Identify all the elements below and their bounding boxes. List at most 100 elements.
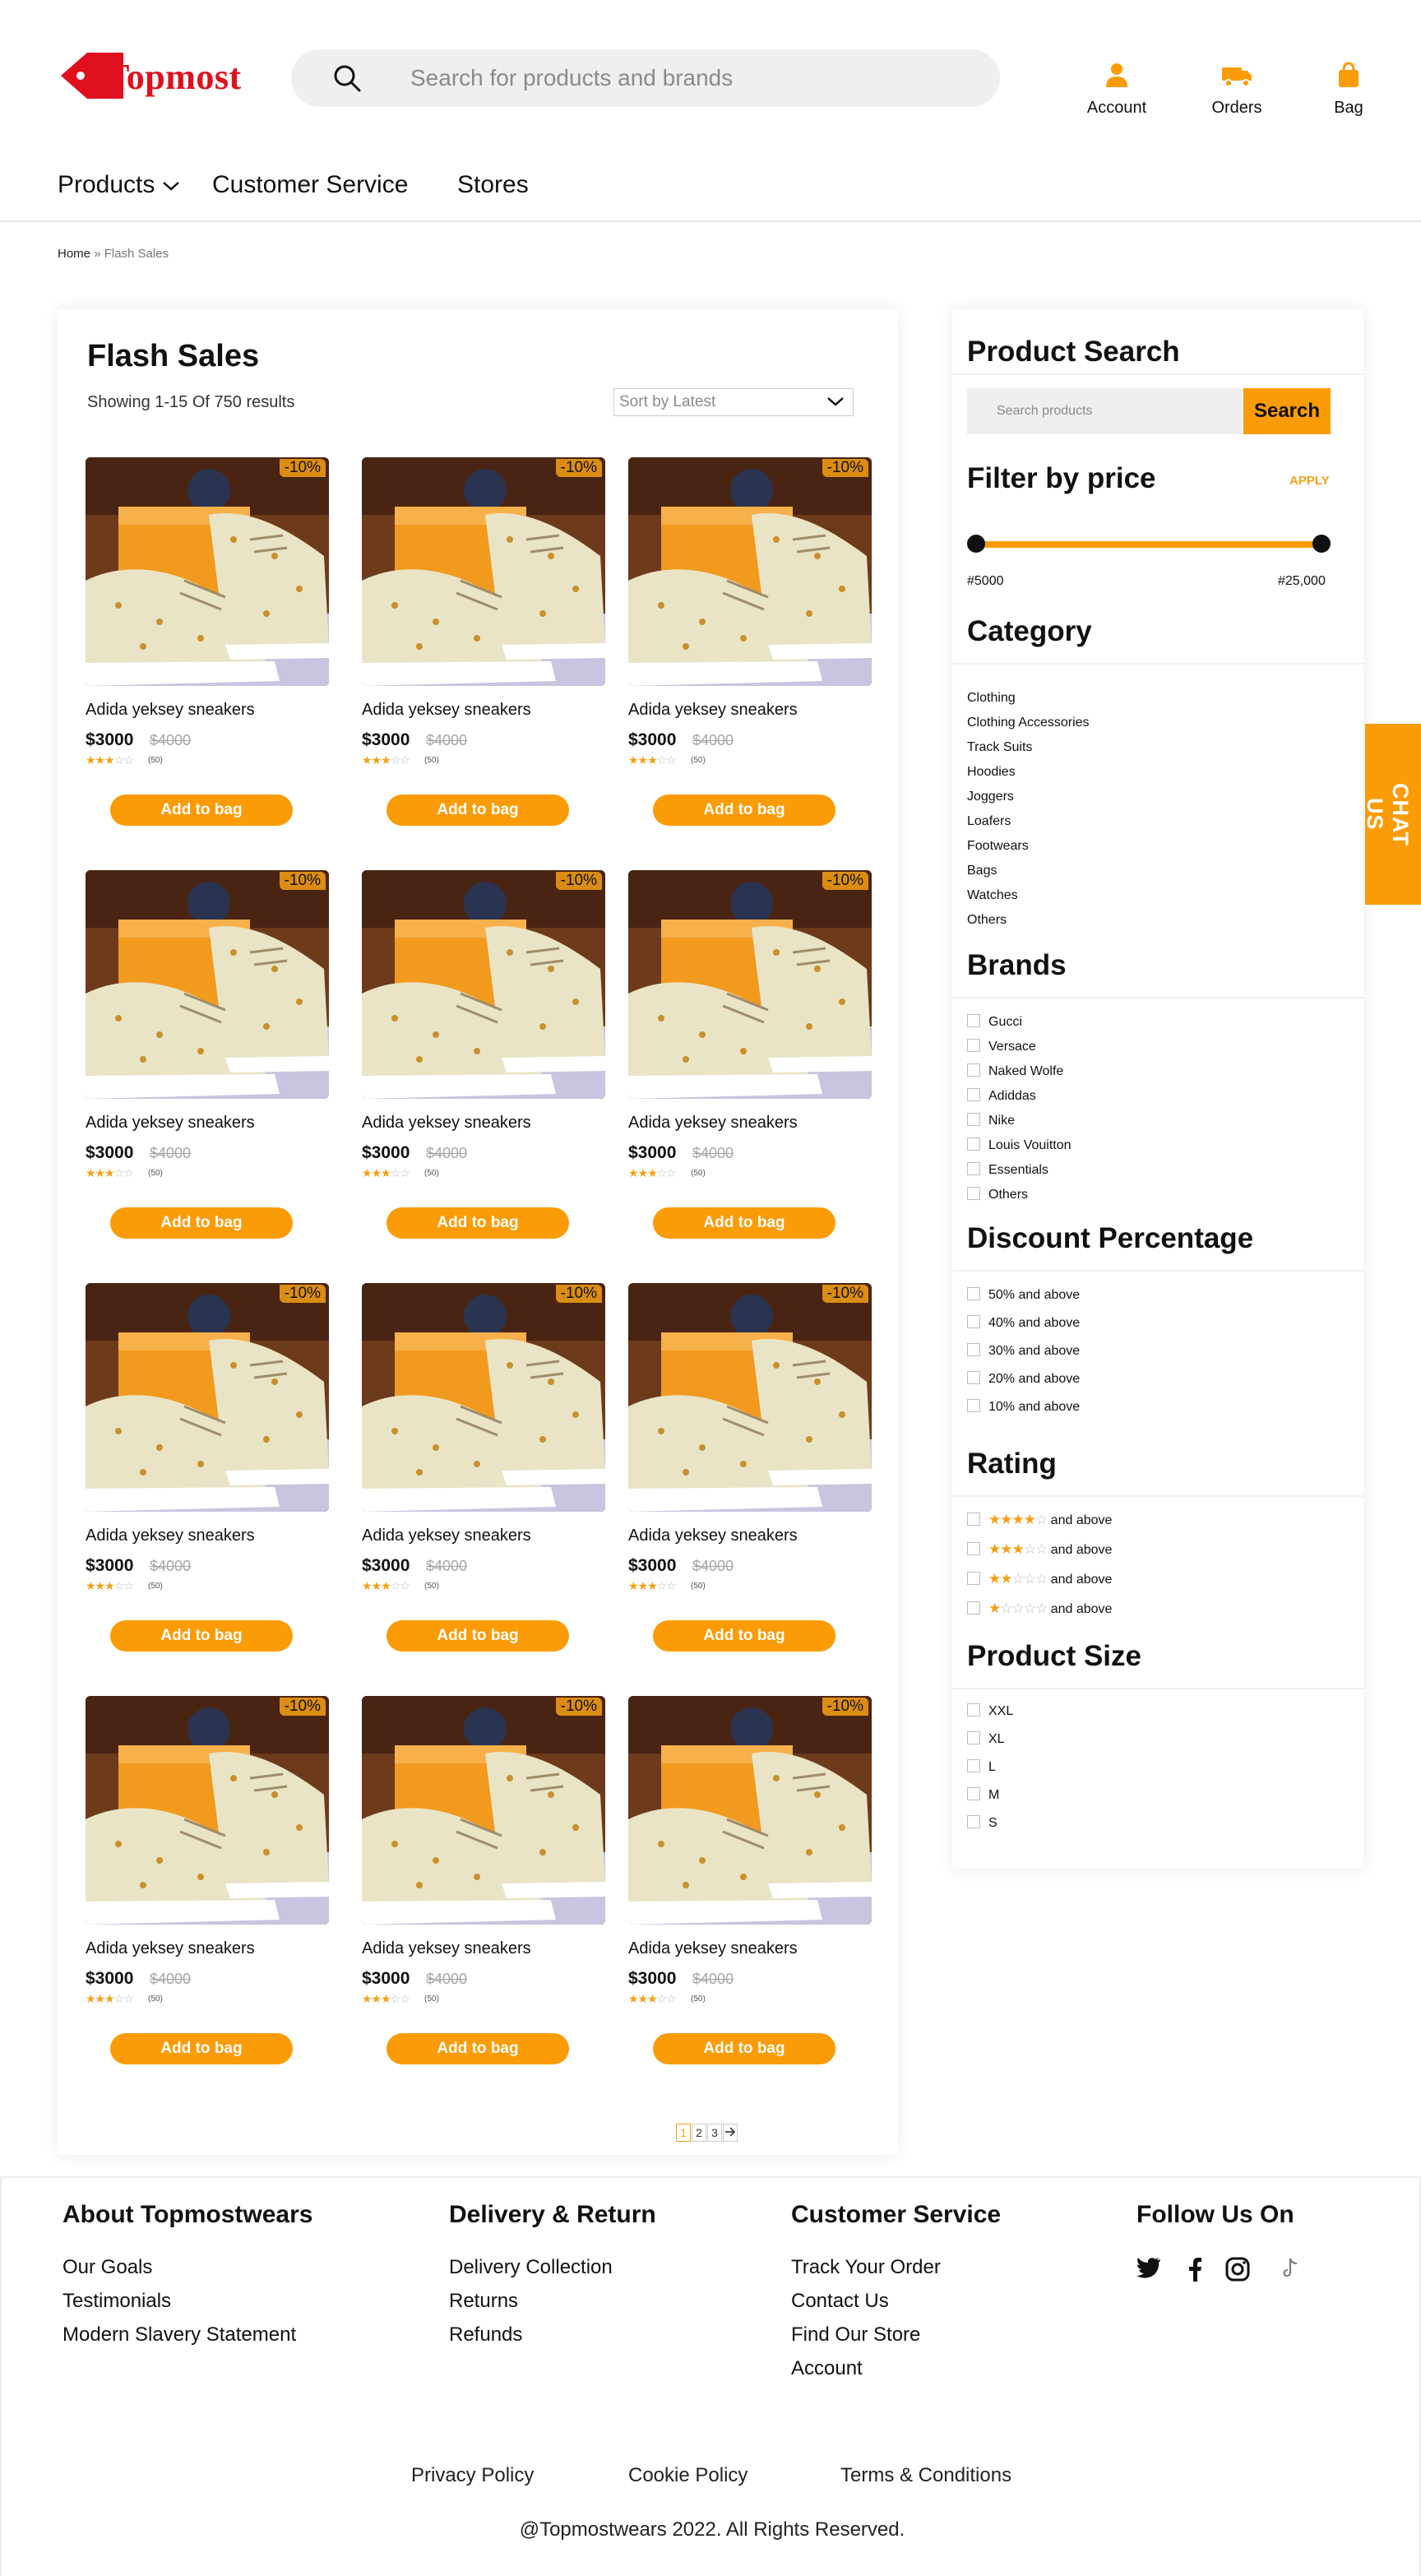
product-name[interactable]: Adida yeksey sneakers <box>86 1114 255 1133</box>
product-card[interactable]: -10% Adida yeksey sneakers $3000 $4000 ★★★☆☆… <box>362 1283 605 1670</box>
category-item[interactable]: Hoodies <box>967 765 1016 780</box>
product-name[interactable]: Adida yeksey sneakers <box>362 1114 531 1133</box>
brand-option[interactable]: Nike <box>967 1112 1015 1128</box>
product-name[interactable]: Adida yeksey sneakers <box>362 701 531 720</box>
checkbox[interactable] <box>967 1703 980 1717</box>
brand-option[interactable]: Naked Wolfe <box>967 1063 1063 1079</box>
nav-products[interactable]: Products <box>58 171 180 199</box>
sort-select[interactable]: Sort by Latest <box>613 388 854 416</box>
price-slider-min-handle[interactable] <box>967 535 985 553</box>
account-button[interactable]: Account <box>1084 61 1150 118</box>
product-image-frame[interactable]: -10% <box>362 870 605 1099</box>
add-to-bag-button[interactable]: Add to bag <box>386 1207 569 1239</box>
category-item[interactable]: Clothing Accessories <box>967 716 1090 730</box>
footer-link-track-order[interactable]: Track Your Order <box>791 2250 1001 2284</box>
size-option[interactable]: L <box>967 1758 996 1775</box>
brand-option[interactable]: Gucci <box>967 1013 1022 1030</box>
sidebar-search-button[interactable]: Search <box>1243 388 1331 434</box>
product-name[interactable]: Adida yeksey sneakers <box>86 701 255 720</box>
add-to-bag-button[interactable]: Add to bag <box>653 1620 835 1652</box>
product-name[interactable]: Adida yeksey sneakers <box>628 1939 798 1958</box>
checkbox[interactable] <box>967 1342 980 1356</box>
page-3-button[interactable]: 3 <box>707 2124 722 2142</box>
add-to-bag-button[interactable]: Add to bag <box>653 795 835 826</box>
add-to-bag-button[interactable]: Add to bag <box>653 1207 835 1239</box>
chat-us-button[interactable]: CHAT US <box>1363 724 1421 905</box>
checkbox[interactable] <box>967 1087 980 1101</box>
product-card[interactable]: -10% Adida yeksey sneakers $3000 $4000 ★★★☆☆… <box>628 870 872 1257</box>
product-card[interactable]: -10% Adida yeksey sneakers $3000 $4000 ★★★☆☆… <box>86 457 329 844</box>
next-page-button[interactable] <box>723 2124 738 2142</box>
discount-option[interactable]: 20% and above <box>967 1370 1080 1387</box>
size-option[interactable]: S <box>967 1814 997 1831</box>
nav-stores[interactable]: Stores <box>457 171 529 199</box>
price-slider-track[interactable] <box>977 541 1321 548</box>
product-card[interactable]: -10% Adida yeksey sneakers $3000 $4000 ★★★☆☆… <box>362 870 605 1257</box>
checkbox[interactable] <box>967 1786 980 1800</box>
discount-option[interactable]: 10% and above <box>967 1398 1080 1415</box>
bag-button[interactable]: Bag <box>1316 61 1382 118</box>
nav-customer-service[interactable]: Customer Service <box>212 171 408 199</box>
checkbox[interactable] <box>967 1013 980 1027</box>
terms-link[interactable]: Terms & Conditions <box>840 2464 1011 2487</box>
product-image-frame[interactable]: -10% <box>628 1696 872 1925</box>
orders-button[interactable]: Orders <box>1204 61 1270 118</box>
brand-option[interactable]: Versace <box>967 1038 1036 1054</box>
footer-link-testimonials[interactable]: Testimonials <box>62 2284 312 2318</box>
product-image-frame[interactable]: -10% <box>362 457 605 686</box>
privacy-policy-link[interactable]: Privacy Policy <box>411 2464 534 2487</box>
category-item[interactable]: Joggers <box>967 790 1014 804</box>
discount-option[interactable]: 50% and above <box>967 1286 1080 1303</box>
brand-option[interactable]: Adiddas <box>967 1087 1036 1104</box>
product-card[interactable]: -10% Adida yeksey sneakers $3000 $4000 ★★★☆☆… <box>362 1696 605 2083</box>
product-name[interactable]: Adida yeksey sneakers <box>628 1114 798 1133</box>
sidebar-search-input[interactable] <box>967 388 1243 434</box>
product-card[interactable]: -10% Adida yeksey sneakers $3000 $4000 ★★★☆☆… <box>86 1696 329 2083</box>
rating-option[interactable]: ★★★☆☆ and above <box>967 1541 1112 1558</box>
add-to-bag-button[interactable]: Add to bag <box>386 2033 569 2064</box>
product-image-frame[interactable]: -10% <box>86 1696 329 1925</box>
product-image-frame[interactable]: -10% <box>362 1283 605 1512</box>
category-item[interactable]: Loafers <box>967 814 1011 829</box>
footer-link-account[interactable]: Account <box>791 2351 1001 2385</box>
product-name[interactable]: Adida yeksey sneakers <box>86 1527 255 1545</box>
footer-link-contact-us[interactable]: Contact Us <box>791 2284 1001 2318</box>
category-item[interactable]: Track Suits <box>967 740 1032 755</box>
rating-option[interactable]: ★★☆☆☆ and above <box>967 1571 1112 1587</box>
size-option[interactable]: M <box>967 1786 999 1803</box>
size-option[interactable]: XXL <box>967 1703 1013 1719</box>
checkbox[interactable] <box>967 1601 980 1615</box>
facebook-icon[interactable] <box>1187 2257 1202 2286</box>
product-image-frame[interactable]: -10% <box>628 870 872 1099</box>
add-to-bag-button[interactable]: Add to bag <box>386 1620 569 1652</box>
checkbox[interactable] <box>967 1112 980 1126</box>
add-to-bag-button[interactable]: Add to bag <box>110 795 293 826</box>
page-2-button[interactable]: 2 <box>692 2124 706 2142</box>
checkbox[interactable] <box>967 1758 980 1772</box>
checkbox[interactable] <box>967 1314 980 1328</box>
header-search-input[interactable] <box>410 58 970 99</box>
product-card[interactable]: -10% Adida yeksey sneakers $3000 $4000 ★★★☆☆… <box>362 457 605 844</box>
product-image-frame[interactable]: -10% <box>362 1696 605 1925</box>
size-option[interactable]: XL <box>967 1730 1005 1747</box>
footer-link-find-store[interactable]: Find Our Store <box>791 2318 1001 2351</box>
add-to-bag-button[interactable]: Add to bag <box>110 2033 293 2064</box>
search-icon[interactable] <box>332 63 362 93</box>
category-item[interactable]: Footwears <box>967 839 1029 854</box>
add-to-bag-button[interactable]: Add to bag <box>653 2033 835 2064</box>
footer-link-refunds[interactable]: Refunds <box>449 2318 656 2351</box>
category-item[interactable]: Clothing <box>967 691 1016 706</box>
checkbox[interactable] <box>967 1038 980 1052</box>
cookie-policy-link[interactable]: Cookie Policy <box>628 2464 748 2487</box>
product-card[interactable]: -10% Adida yeksey sneakers $3000 $4000 ★★★☆☆… <box>86 1283 329 1670</box>
product-name[interactable]: Adida yeksey sneakers <box>362 1527 531 1545</box>
product-name[interactable]: Adida yeksey sneakers <box>628 1527 798 1545</box>
tiktok-icon[interactable] <box>1280 2257 1299 2284</box>
brand-logo[interactable]: Topmost <box>58 46 263 104</box>
checkbox[interactable] <box>967 1512 980 1526</box>
checkbox[interactable] <box>967 1370 980 1384</box>
discount-option[interactable]: 40% and above <box>967 1314 1080 1331</box>
brand-option[interactable]: Others <box>967 1186 1028 1202</box>
product-card[interactable]: -10% Adida yeksey sneakers $3000 $4000 ★★★☆☆… <box>628 1696 872 2083</box>
product-card[interactable]: -10% Adida yeksey sneakers $3000 $4000 ★★★☆☆… <box>628 1283 872 1670</box>
